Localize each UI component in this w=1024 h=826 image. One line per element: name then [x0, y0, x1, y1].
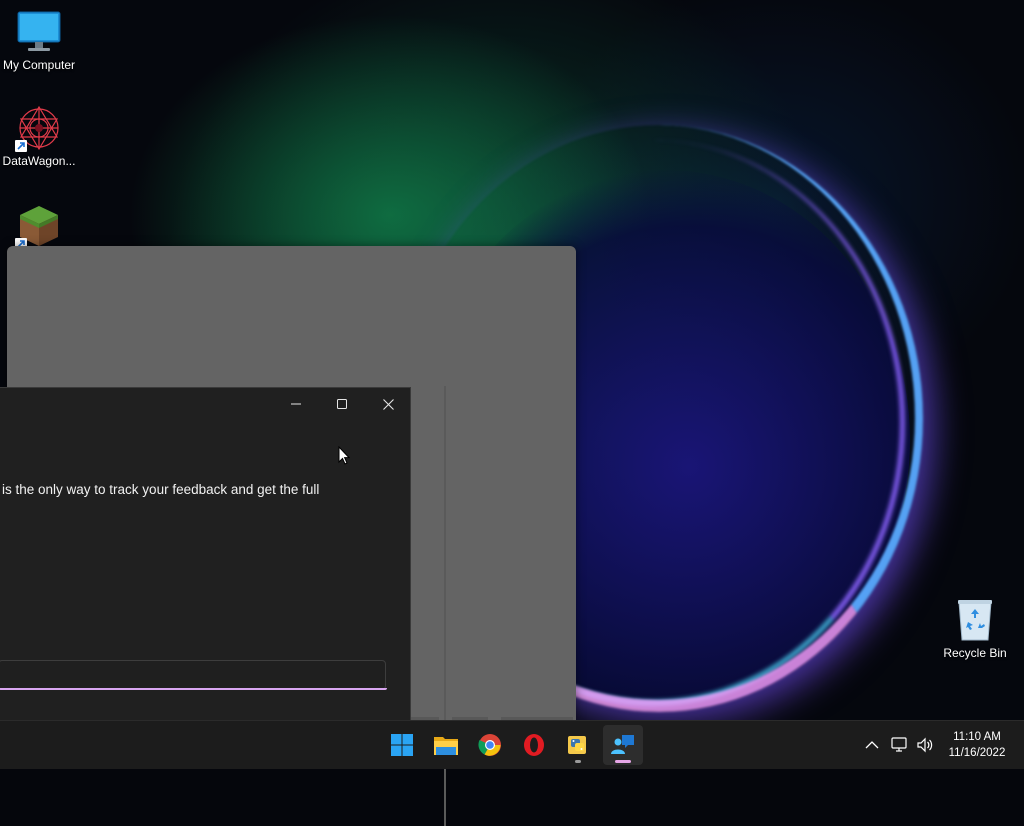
- desktop-icon-minecraft[interactable]: [0, 202, 79, 252]
- shortcut-arrow-icon: [15, 140, 27, 152]
- minimize-button[interactable]: [273, 388, 319, 420]
- input-focus-underline: [0, 688, 387, 690]
- network-icon: [891, 737, 907, 752]
- minimize-icon: [291, 403, 301, 405]
- taskbar-opera[interactable]: [514, 725, 554, 765]
- feedback-input[interactable]: [0, 661, 385, 689]
- feedback-dialog[interactable]: is the only way to track your feedback a…: [0, 387, 411, 721]
- windows-logo-icon: [391, 734, 413, 756]
- start-button[interactable]: [382, 725, 422, 765]
- show-hidden-icons-button[interactable]: [862, 735, 882, 755]
- desktop-icon-label: DataWagon...: [2, 154, 76, 168]
- close-icon: [382, 398, 394, 410]
- desktop-icon-label: My Computer: [2, 58, 76, 72]
- desktop-icon-recycle-bin[interactable]: Recycle Bin: [935, 596, 1015, 660]
- feedback-hub-icon: [611, 735, 634, 754]
- taskbar: 11:10 AM 11/16/2022: [0, 720, 1024, 769]
- taskbar-python-folder[interactable]: [558, 725, 598, 765]
- network-button[interactable]: [890, 735, 910, 755]
- desktop-icon-datawagon[interactable]: DataWagon...: [0, 104, 79, 168]
- taskbar-chrome[interactable]: [470, 725, 510, 765]
- maximize-button[interactable]: [319, 388, 365, 420]
- recycle-bin-icon: [951, 596, 999, 644]
- taskbar-file-explorer[interactable]: [426, 725, 466, 765]
- datawagon-icon: [15, 104, 63, 152]
- folder-icon: [434, 737, 458, 755]
- chrome-icon: [478, 734, 501, 756]
- running-indicator: [575, 760, 581, 763]
- speaker-icon: [917, 737, 933, 753]
- mouse-cursor-icon: [338, 445, 351, 470]
- clock-button[interactable]: 11:10 AM 11/16/2022: [940, 729, 1014, 761]
- taskbar-feedback-hub[interactable]: [603, 725, 643, 765]
- desktop-icon-label: Recycle Bin: [943, 646, 1007, 660]
- monitor-icon: [15, 8, 63, 56]
- clock-date: 11/16/2022: [948, 747, 1006, 759]
- maximize-icon: [337, 399, 347, 409]
- minecraft-grass-block-icon: [15, 202, 63, 250]
- clock-time: 11:10 AM: [953, 731, 1001, 743]
- desktop-icon-my-computer[interactable]: My Computer: [0, 8, 79, 72]
- close-button[interactable]: [365, 388, 411, 420]
- feedback-input-box[interactable]: [0, 660, 387, 690]
- volume-button[interactable]: [915, 735, 935, 755]
- chevron-up-icon: [865, 741, 879, 749]
- python-folder-icon: [568, 736, 586, 754]
- dialog-body-text: is the only way to track your feedback a…: [2, 482, 320, 497]
- active-indicator: [615, 760, 631, 763]
- opera-icon: [524, 734, 544, 756]
